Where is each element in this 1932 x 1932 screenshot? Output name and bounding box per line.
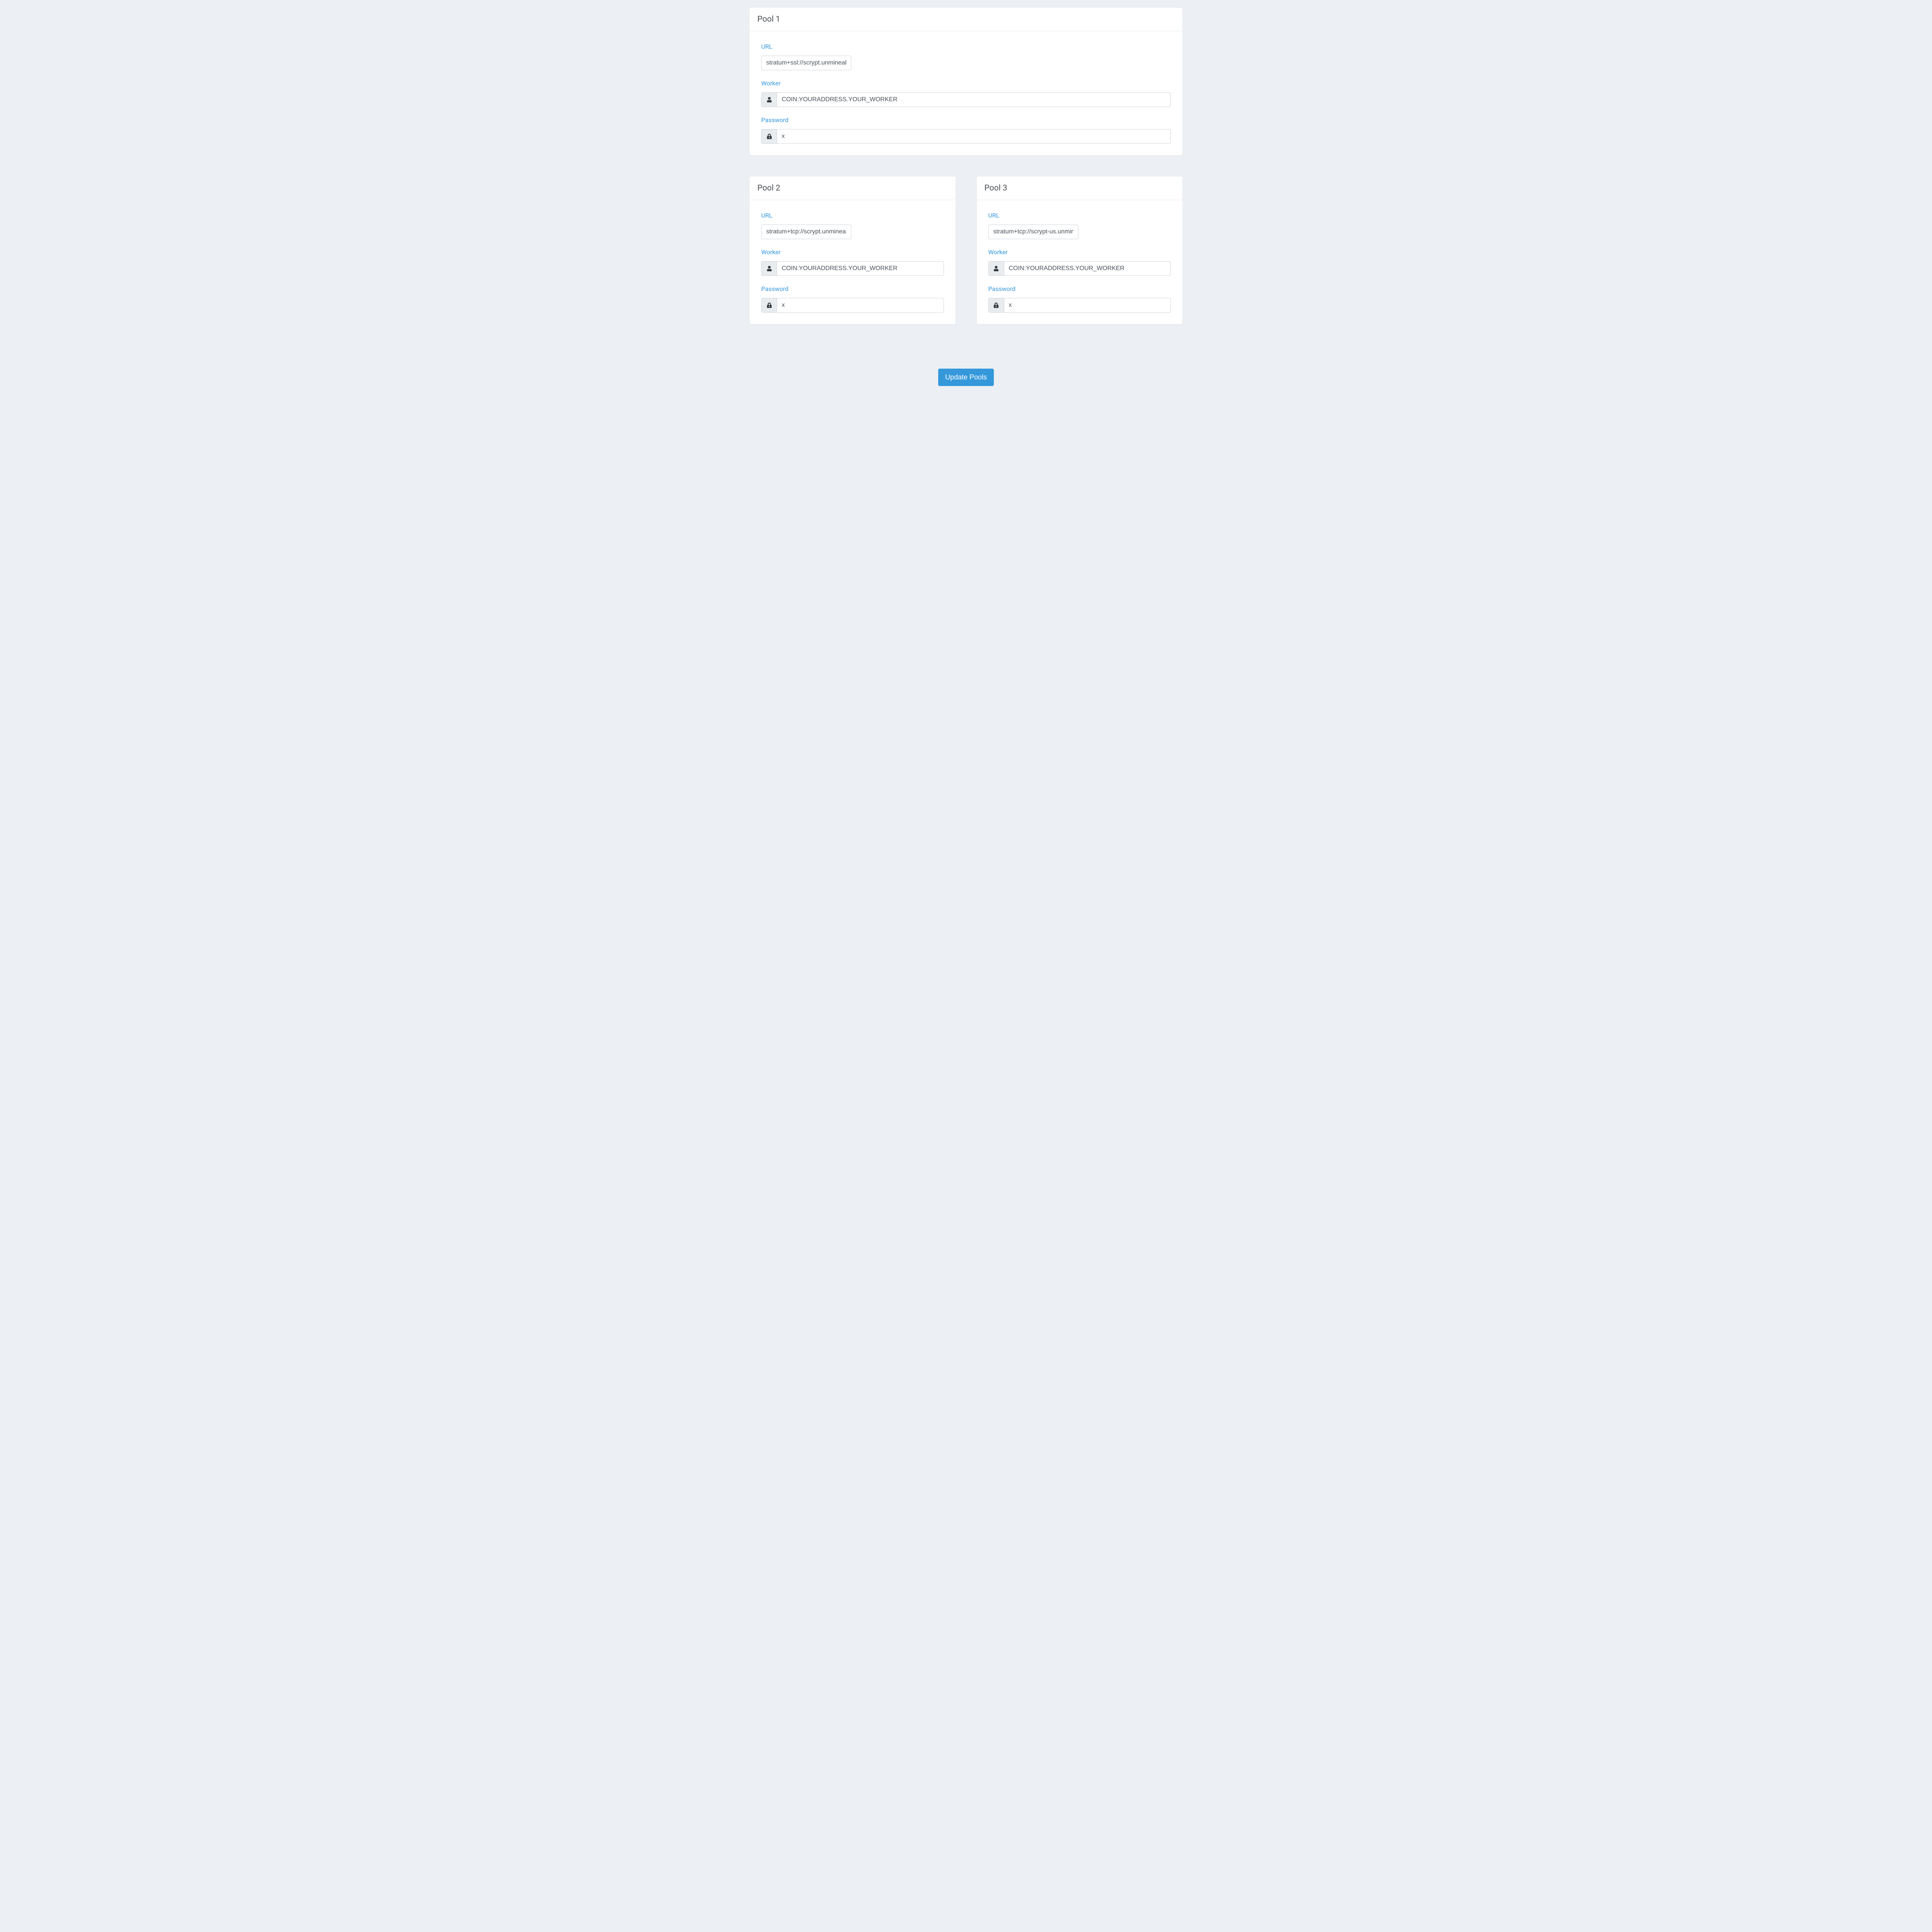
pool-1-worker-label: Worker <box>761 80 1171 87</box>
update-pools-button[interactable]: Update Pools <box>938 369 994 386</box>
pool-2-title: Pool 2 <box>750 177 956 200</box>
pool-3-title: Pool 3 <box>977 177 1183 200</box>
lock-icon <box>988 298 1004 313</box>
pool-1-url-input[interactable] <box>761 56 851 70</box>
pool-3-password-input[interactable] <box>1004 298 1171 313</box>
lock-icon <box>761 129 777 144</box>
pool-1-url-label: URL <box>761 43 1171 50</box>
pool-2-url-label: URL <box>761 212 944 219</box>
user-icon <box>761 92 777 107</box>
pool-3-card: Pool 3 URL Worker <box>977 177 1183 324</box>
pool-1-password-input[interactable] <box>777 129 1171 144</box>
pool-1-password-label: Password <box>761 116 1171 124</box>
pool-3-url-label: URL <box>988 212 1171 219</box>
lock-icon <box>761 298 777 313</box>
pool-2-password-input[interactable] <box>777 298 944 313</box>
pool-2-url-input[interactable] <box>761 224 851 239</box>
pool-1-card: Pool 1 URL Worker Password <box>750 8 1182 155</box>
pool-2-worker-input[interactable] <box>777 261 944 276</box>
pool-3-password-label: Password <box>988 285 1171 293</box>
pool-3-worker-label: Worker <box>988 248 1171 256</box>
pool-3-url-input[interactable] <box>988 224 1078 239</box>
pool-1-title: Pool 1 <box>750 8 1182 31</box>
pool-3-worker-input[interactable] <box>1004 261 1171 276</box>
pool-2-card: Pool 2 URL Worker <box>750 177 956 324</box>
pool-2-password-label: Password <box>761 285 944 293</box>
user-icon <box>761 261 777 276</box>
user-icon <box>988 261 1004 276</box>
pool-2-worker-label: Worker <box>761 248 944 256</box>
pool-1-worker-input[interactable] <box>777 92 1171 107</box>
